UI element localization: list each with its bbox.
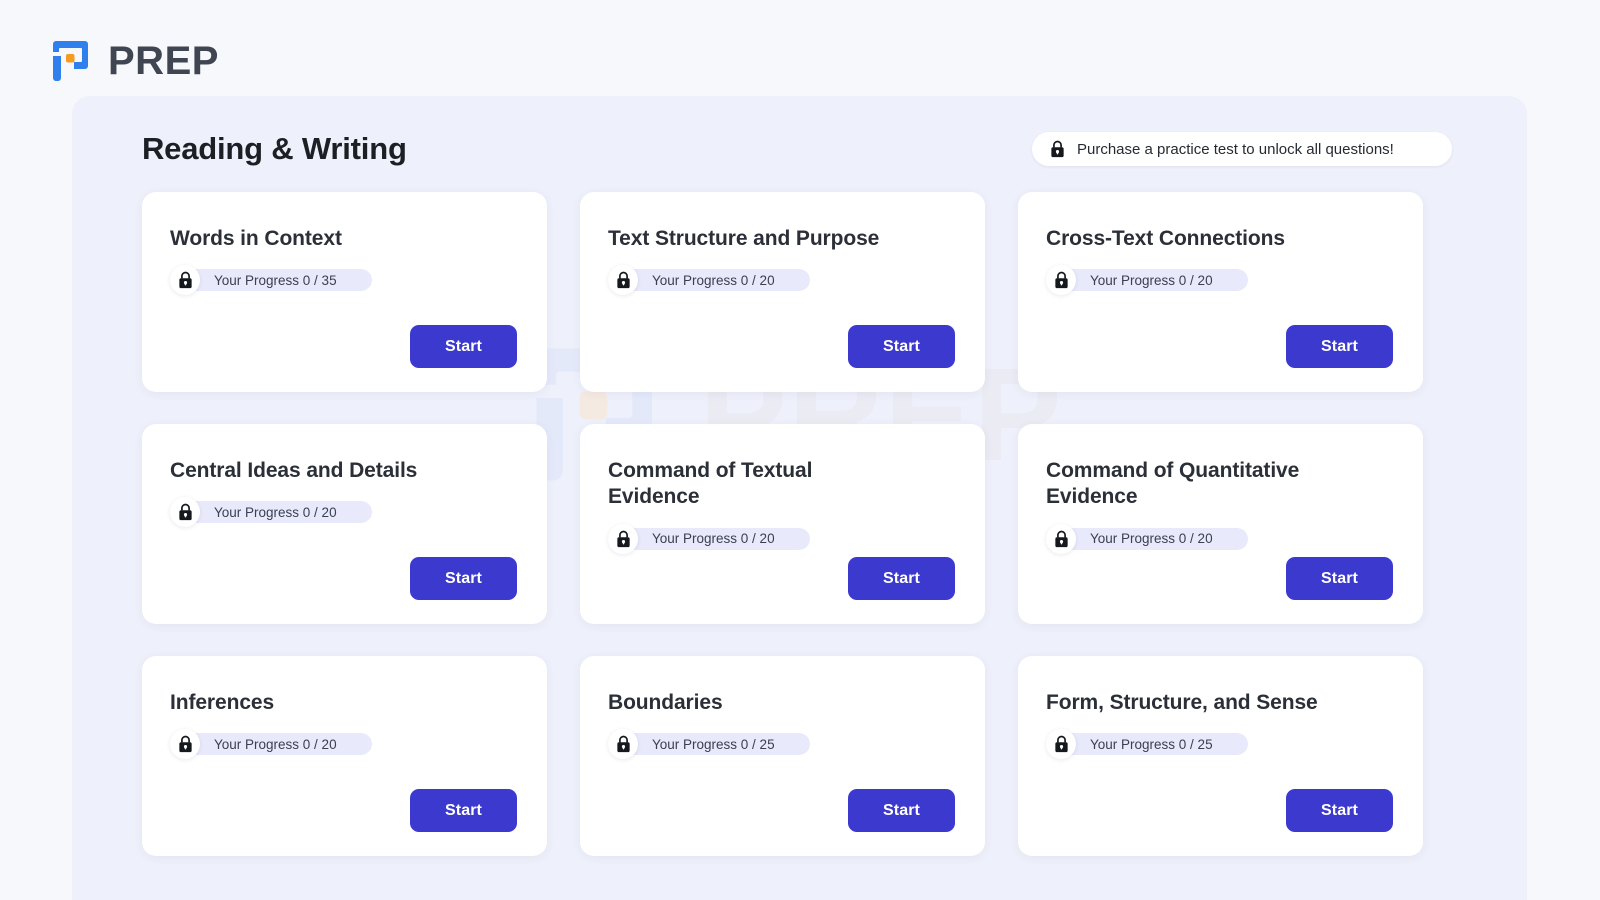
progress-label: Your Progress 0 / 20 [652, 531, 775, 546]
progress-indicator: Your Progress 0 / 25 [608, 729, 810, 760]
skill-card-grid: Words in Context Your Progress 0 / 35 St… [142, 192, 1452, 856]
progress-indicator: Your Progress 0 / 25 [1046, 729, 1248, 760]
skill-card-footer: Start [170, 557, 517, 600]
skill-card: Central Ideas and Details Your Progress … [142, 424, 547, 624]
skill-card: Text Structure and Purpose Your Progress… [580, 192, 985, 392]
skill-card-footer: Start [1046, 325, 1393, 368]
lock-icon [608, 523, 638, 554]
lock-icon [1046, 523, 1076, 554]
skill-card-title: Inferences [170, 691, 275, 714]
skill-card-title: Form, Structure, and Sense [1046, 691, 1318, 714]
skill-card-footer: Start [608, 557, 955, 600]
progress-indicator: Your Progress 0 / 20 [170, 497, 372, 528]
progress-label: Your Progress 0 / 20 [652, 272, 775, 288]
skill-card-title: Text Structure and Purpose [608, 227, 880, 250]
skill-card-footer: Start [170, 325, 517, 368]
progress-indicator: Your Progress 0 / 20 [170, 729, 372, 760]
skill-card-title: Command of Textual Evidence [608, 459, 813, 509]
page-title: Reading & Writing [142, 131, 407, 166]
purchase-banner-text: Purchase a practice test to unlock all q… [1077, 140, 1394, 158]
start-button[interactable]: Start [410, 789, 517, 832]
skill-card-title: Central Ideas and Details [170, 459, 418, 482]
brand-wordmark: PREP [108, 39, 219, 83]
progress-label: Your Progress 0 / 20 [1090, 272, 1213, 288]
prep-logo-icon [48, 36, 98, 86]
progress-label: Your Progress 0 / 20 [214, 736, 337, 752]
start-button[interactable]: Start [1286, 325, 1393, 368]
skill-card-title: Cross-Text Connections [1046, 227, 1285, 250]
start-button[interactable]: Start [1286, 789, 1393, 832]
progress-label: Your Progress 0 / 25 [652, 736, 775, 752]
skill-card: Cross-Text Connections Your Progress 0 /… [1018, 192, 1423, 392]
progress-label: Your Progress 0 / 35 [214, 272, 337, 288]
skill-card: Form, Structure, and Sense Your Progress… [1018, 656, 1423, 856]
skill-card-footer: Start [170, 789, 517, 832]
progress-indicator: Your Progress 0 / 35 [170, 265, 372, 296]
start-button[interactable]: Start [848, 325, 955, 368]
progress-indicator: Your Progress 0 / 20 [608, 265, 810, 296]
progress-indicator: Your Progress 0 / 20 [608, 523, 810, 554]
skill-card: Command of Textual Evidence Your Progres… [580, 424, 985, 624]
skill-card: Words in Context Your Progress 0 / 35 St… [142, 192, 547, 392]
skill-card: Boundaries Your Progress 0 / 25 Start [580, 656, 985, 856]
brand-logo[interactable]: PREP [48, 36, 219, 86]
page-header: Reading & Writing Purchase a practice te… [142, 114, 1452, 184]
start-button[interactable]: Start [410, 557, 517, 600]
skill-card-footer: Start [1046, 557, 1393, 600]
page-root: PREP Reading & Writing Purchase a practi… [0, 0, 1600, 900]
skill-card-footer: Start [608, 325, 955, 368]
skill-card-footer: Start [1046, 789, 1393, 832]
start-button[interactable]: Start [410, 325, 517, 368]
purchase-banner[interactable]: Purchase a practice test to unlock all q… [1032, 132, 1452, 166]
skill-card: Command of Quantitative Evidence Your Pr… [1018, 424, 1423, 624]
start-button[interactable]: Start [1286, 557, 1393, 600]
progress-indicator: Your Progress 0 / 20 [1046, 523, 1248, 554]
skill-card-title: Boundaries [608, 691, 723, 714]
skill-card-footer: Start [608, 789, 955, 832]
progress-indicator: Your Progress 0 / 20 [1046, 265, 1248, 296]
skill-card: Inferences Your Progress 0 / 20 Start [142, 656, 547, 856]
lock-icon [1050, 140, 1065, 158]
content-panel: PREP Reading & Writing Purchase a practi… [72, 96, 1527, 900]
skill-card-title: Command of Quantitative Evidence [1046, 459, 1300, 509]
start-button[interactable]: Start [848, 789, 955, 832]
progress-label: Your Progress 0 / 25 [1090, 736, 1213, 752]
progress-label: Your Progress 0 / 20 [214, 504, 337, 520]
progress-label: Your Progress 0 / 20 [1090, 531, 1213, 546]
start-button[interactable]: Start [848, 557, 955, 600]
skill-card-title: Words in Context [170, 227, 342, 250]
